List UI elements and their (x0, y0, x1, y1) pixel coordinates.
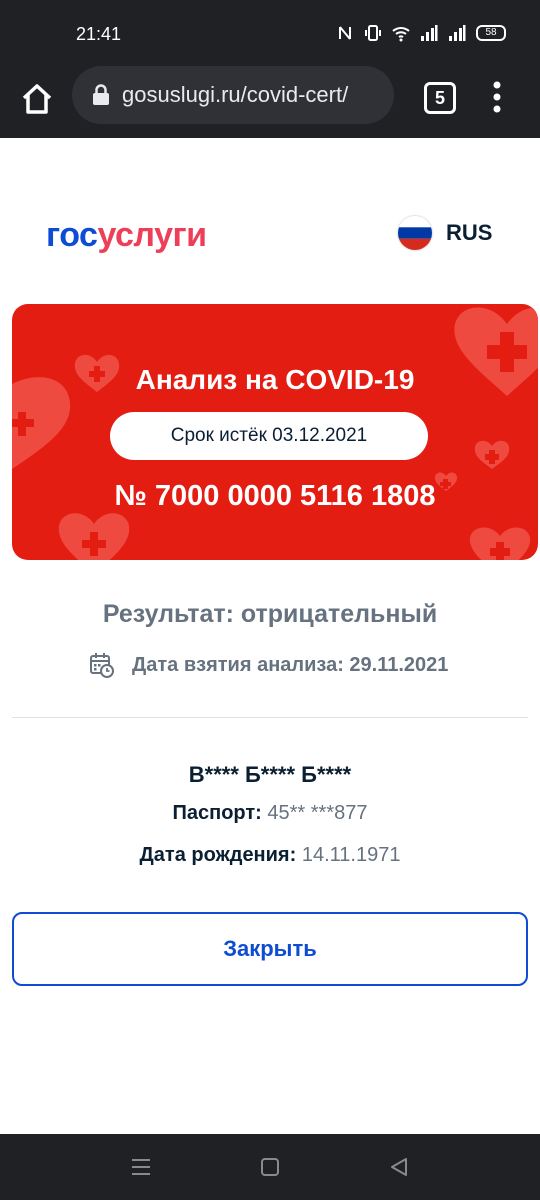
certificate-number: № 7000 0000 5116 1808 (114, 480, 436, 512)
language-label: RUS (446, 220, 493, 245)
back-nav-icon[interactable] (388, 1156, 410, 1178)
passport-row: Паспорт: 45** ***877 (0, 802, 540, 825)
signal-icon (421, 25, 438, 41)
passport-label: Паспорт: (172, 802, 262, 824)
gosuslugi-logo[interactable]: госуслуги (46, 216, 207, 255)
russia-flag-icon (398, 216, 432, 250)
system-nav-bar (0, 1134, 540, 1200)
logo-part-gos: гос (46, 216, 98, 254)
certificate-title: Анализ на COVID-19 (135, 364, 415, 395)
sample-date: Дата взятия анализа: 29.11.2021 (132, 653, 449, 676)
test-result: Результат: отрицательный (102, 600, 438, 628)
birth-date-value: 14.11.1971 (301, 844, 401, 866)
signal-icon-2 (449, 25, 466, 41)
url-text: gosuslugi.ru/covid-cert/ (122, 82, 349, 107)
close-button[interactable]: Закрыть (12, 912, 528, 986)
lock-icon (93, 84, 109, 105)
person-name: В**** Б**** Б**** (188, 762, 352, 787)
sample-date-row: Дата взятия анализа: 29.11.2021 (90, 652, 448, 678)
certificate-card: Анализ на COVID-19 Срок истёк 03.12.2021… (12, 304, 538, 560)
status-icons: 58 (336, 24, 506, 42)
address-bar[interactable]: gosuslugi.ru/covid-cert/ (72, 66, 394, 124)
passport-value: 45** ***877 (267, 802, 368, 824)
expiry-badge: Срок истёк 03.12.2021 (110, 412, 428, 460)
more-menu-icon[interactable] (492, 80, 502, 114)
browser-toolbar: gosuslugi.ru/covid-cert/ 5 (0, 64, 540, 138)
home-nav-icon[interactable] (259, 1156, 281, 1178)
home-icon[interactable] (20, 82, 54, 116)
battery-icon: 58 (476, 25, 506, 41)
vibrate-icon (365, 25, 381, 41)
recent-apps-icon[interactable] (130, 1156, 152, 1178)
wifi-icon (392, 27, 410, 42)
logo-part-uslugi: услуги (97, 216, 207, 254)
birth-date-row: Дата рождения: 14.11.1971 (0, 844, 540, 867)
nfc-icon (339, 26, 351, 40)
divider (12, 717, 528, 718)
status-time: 21:41 (76, 24, 122, 44)
language-switcher[interactable]: RUS (398, 216, 492, 250)
birth-date-label: Дата рождения: (139, 844, 297, 866)
calendar-clock-icon (90, 653, 114, 678)
tab-switcher-button[interactable]: 5 (424, 82, 456, 114)
status-bar: 21:41 58 (0, 0, 540, 64)
